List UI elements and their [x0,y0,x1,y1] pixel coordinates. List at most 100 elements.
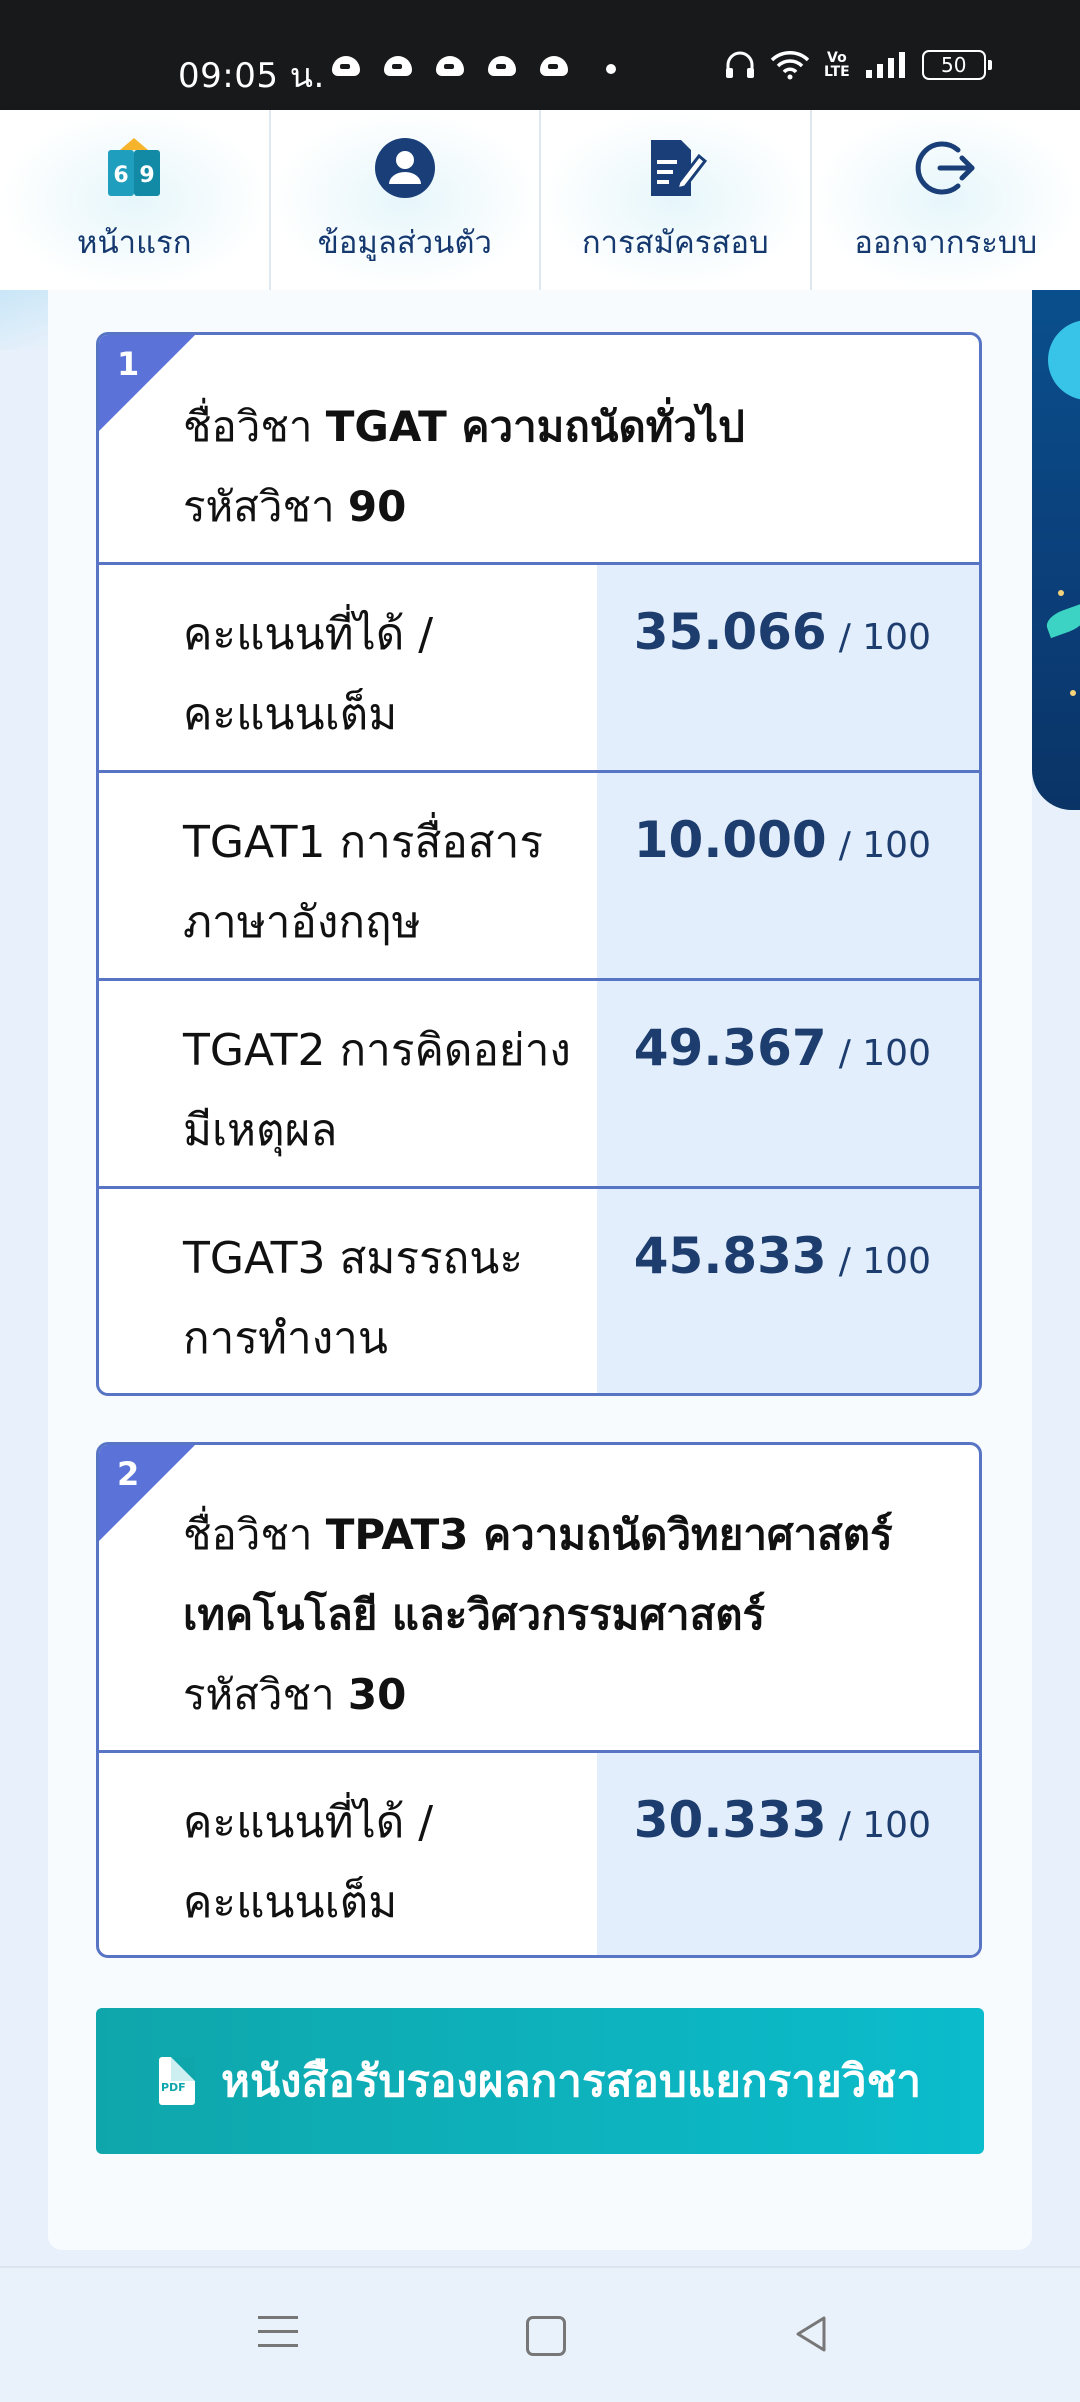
score-value: 30.333 [634,1791,827,1849]
pdf-icon: PDF [159,2057,195,2105]
score-row-label: คะแนนที่ได้ / คะแนนเต็ม [99,1753,597,1958]
subject-number-corner [99,1445,195,1541]
score-cell: 30.333 / 100 [597,1753,979,1958]
nav-label-profile: ข้อมูลส่วนตัว [318,217,492,267]
score-max: / 100 [839,825,931,866]
score-row: คะแนนที่ได้ / คะแนนเต็ม 30.333 / 100 [99,1753,979,1958]
subject-title-text: TPAT3 ความถนัดวิทยาศาสตร์ [326,1510,893,1559]
score-row-label-line: มีเหตุผล [183,1091,597,1171]
score-max: / 100 [839,617,931,658]
nav-item-home[interactable]: 6 9 หน้าแรก [0,110,271,290]
volte-icon: VoLTE [824,51,850,79]
score-cell: 10.000 / 100 [597,773,979,978]
score-max: / 100 [839,1241,931,1282]
subject-title-text: TGAT ความถนัดทั่วไป [326,402,745,451]
subject-title-line2: เทคโนโลยี และวิศวกรรมศาสตร์ [183,1575,949,1655]
notification-icon [434,52,472,78]
score-row-label-line: TGAT1 การสื่อสาร [183,803,597,883]
system-navigation-bar [0,2266,1080,2402]
score-cell: 45.833 / 100 [597,1189,979,1396]
score-max: / 100 [839,1033,931,1074]
wifi-icon [770,50,810,80]
headphones-icon [724,50,756,80]
score-row-label-line: คะแนนเต็ม [183,1863,597,1943]
score-cell: 35.066 / 100 [597,565,979,770]
user-circle-icon [370,133,440,203]
subject-number-corner [99,335,195,431]
subject-code-value: 90 [348,482,406,531]
subject-number: 1 [117,345,139,383]
score-row: TGAT1 การสื่อสาร ภาษาอังกฤษ 10.000 / 100 [99,773,979,981]
subject-code-prefix: รหัสวิชา [183,482,335,531]
battery-icon: 50 [922,50,986,80]
decoration-blob [1048,320,1080,400]
background-decoration-right [1032,290,1080,810]
certificate-download-button[interactable]: PDF หนังสือรับรองผลการสอบแยกรายวิชา [96,2008,984,2154]
subject-title-prefix: ชื่อวิชา [183,402,312,451]
score-row-label-line: คะแนนที่ได้ / [183,595,597,675]
subject-card-2: 2 ชื่อวิชา TPAT3 ความถนัดวิทยาศาสตร์ เทค… [96,1442,982,1958]
score-row-label-line: TGAT3 สมรรถนะ [183,1219,597,1299]
notification-icon [382,52,420,78]
score-row-label-line: การทำงาน [183,1299,597,1379]
certificate-button-label: หนังสือรับรองผลการสอบแยกรายวิชา [221,2046,921,2116]
nav-item-profile[interactable]: ข้อมูลส่วนตัว [271,110,542,290]
svg-text:6: 6 [114,163,129,188]
status-bar: 09:05 น. VoLTE 50 [0,0,1080,110]
signal-icon [864,50,908,80]
score-max: / 100 [839,1805,931,1846]
subject-card-1: 1 ชื่อวิชา TGAT ความถนัดทั่วไป รหัสวิชา … [96,332,982,1396]
subject-code-prefix: รหัสวิชา [183,1670,335,1719]
notification-icon [538,52,576,78]
notification-icon [486,52,524,78]
score-row: TGAT2 การคิดอย่าง มีเหตุผล 49.367 / 100 [99,981,979,1189]
score-row-label-line: คะแนนเต็ม [183,675,597,755]
svg-text:9: 9 [140,163,155,188]
recent-apps-button[interactable] [258,2316,298,2358]
subject-title: ชื่อวิชา TGAT ความถนัดทั่วไป [183,387,949,467]
subject-number: 2 [117,1455,139,1493]
decoration-leaf [1043,604,1080,638]
subject-title: ชื่อวิชา TPAT3 ความถนัดวิทยาศาสตร์ [183,1495,949,1575]
status-indicators: VoLTE 50 [724,50,986,80]
edit-document-icon [640,133,710,203]
subject-code: รหัสวิชา 30 [183,1655,949,1735]
logout-icon [911,133,981,203]
subject-code-value: 30 [348,1670,406,1719]
score-row-label: คะแนนที่ได้ / คะแนนเต็ม [99,565,597,770]
nav-label-registration: การสมัครสอบ [582,217,769,267]
subject-code: รหัสวิชา 90 [183,467,949,547]
score-row: คะแนนที่ได้ / คะแนนเต็ม 35.066 / 100 [99,565,979,773]
score-cell: 49.367 / 100 [597,981,979,1186]
background-decoration-left [0,290,48,350]
nav-label-logout: ออกจากระบบ [854,217,1037,267]
nav-label-home: หน้าแรก [77,217,191,267]
home-button[interactable] [526,2316,566,2356]
subject-header: ชื่อวิชา TGAT ความถนัดทั่วไป รหัสวิชา 90 [99,335,979,565]
score-value: 35.066 [634,603,827,661]
pdf-icon-text: PDF [161,2081,186,2094]
subject-title-prefix: ชื่อวิชา [183,1510,312,1559]
nav-item-logout[interactable]: ออกจากระบบ [812,110,1080,290]
more-notifications-dot [606,64,616,74]
notification-icon [330,52,368,78]
score-row-label-line: TGAT2 การคิดอย่าง [183,1011,597,1091]
top-navigation: 6 9 หน้าแรก ข้อมูลส่วนตัว การสมัครสอ [0,110,1080,290]
subject-title-text-line2: เทคโนโลยี และวิศวกรรมศาสตร์ [183,1590,765,1639]
score-row-label-line: คะแนนที่ได้ / [183,1783,597,1863]
score-value: 10.000 [634,811,827,869]
subject-header: ชื่อวิชา TPAT3 ความถนัดวิทยาศาสตร์ เทคโน… [99,1445,979,1753]
score-row-label: TGAT1 การสื่อสาร ภาษาอังกฤษ [99,773,597,978]
back-button[interactable] [792,2314,832,2354]
book-69-icon: 6 9 [99,133,169,203]
score-value: 49.367 [634,1019,827,1077]
decoration-spark [1070,690,1076,696]
nav-item-registration[interactable]: การสมัครสอบ [541,110,812,290]
score-row-label: TGAT3 สมรรถนะ การทำงาน [99,1189,597,1396]
score-value: 45.833 [634,1227,827,1285]
score-row-label: TGAT2 การคิดอย่าง มีเหตุผล [99,981,597,1186]
decoration-spark [1058,590,1064,596]
score-row: TGAT3 สมรรถนะ การทำงาน 45.833 / 100 [99,1189,979,1396]
notification-icons [330,52,576,78]
score-row-label-line: ภาษาอังกฤษ [183,883,597,963]
